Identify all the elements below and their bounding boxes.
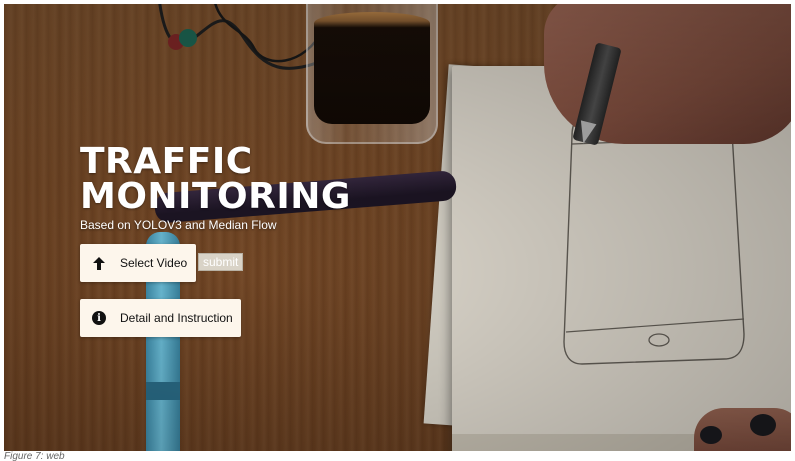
info-glyph: i (92, 311, 106, 325)
info-icon: i (92, 311, 106, 325)
page-subtitle: Based on YOLOV3 and Median Flow (80, 218, 277, 232)
select-video-button[interactable]: Select Video (80, 244, 196, 282)
arrow-up-icon (92, 256, 106, 270)
submit-button[interactable]: submit (198, 253, 244, 271)
select-video-label: Select Video (120, 256, 188, 270)
title-line-1: TRAFFIC (80, 141, 253, 182)
title-line-2: MONITORING (80, 176, 351, 217)
page-title: TRAFFIC MONITORING (80, 141, 351, 217)
figure-caption: Figure 7: web (4, 451, 65, 461)
detail-instruction-button[interactable]: i Detail and Instruction (80, 299, 241, 337)
detail-instruction-label: Detail and Instruction (120, 311, 233, 325)
